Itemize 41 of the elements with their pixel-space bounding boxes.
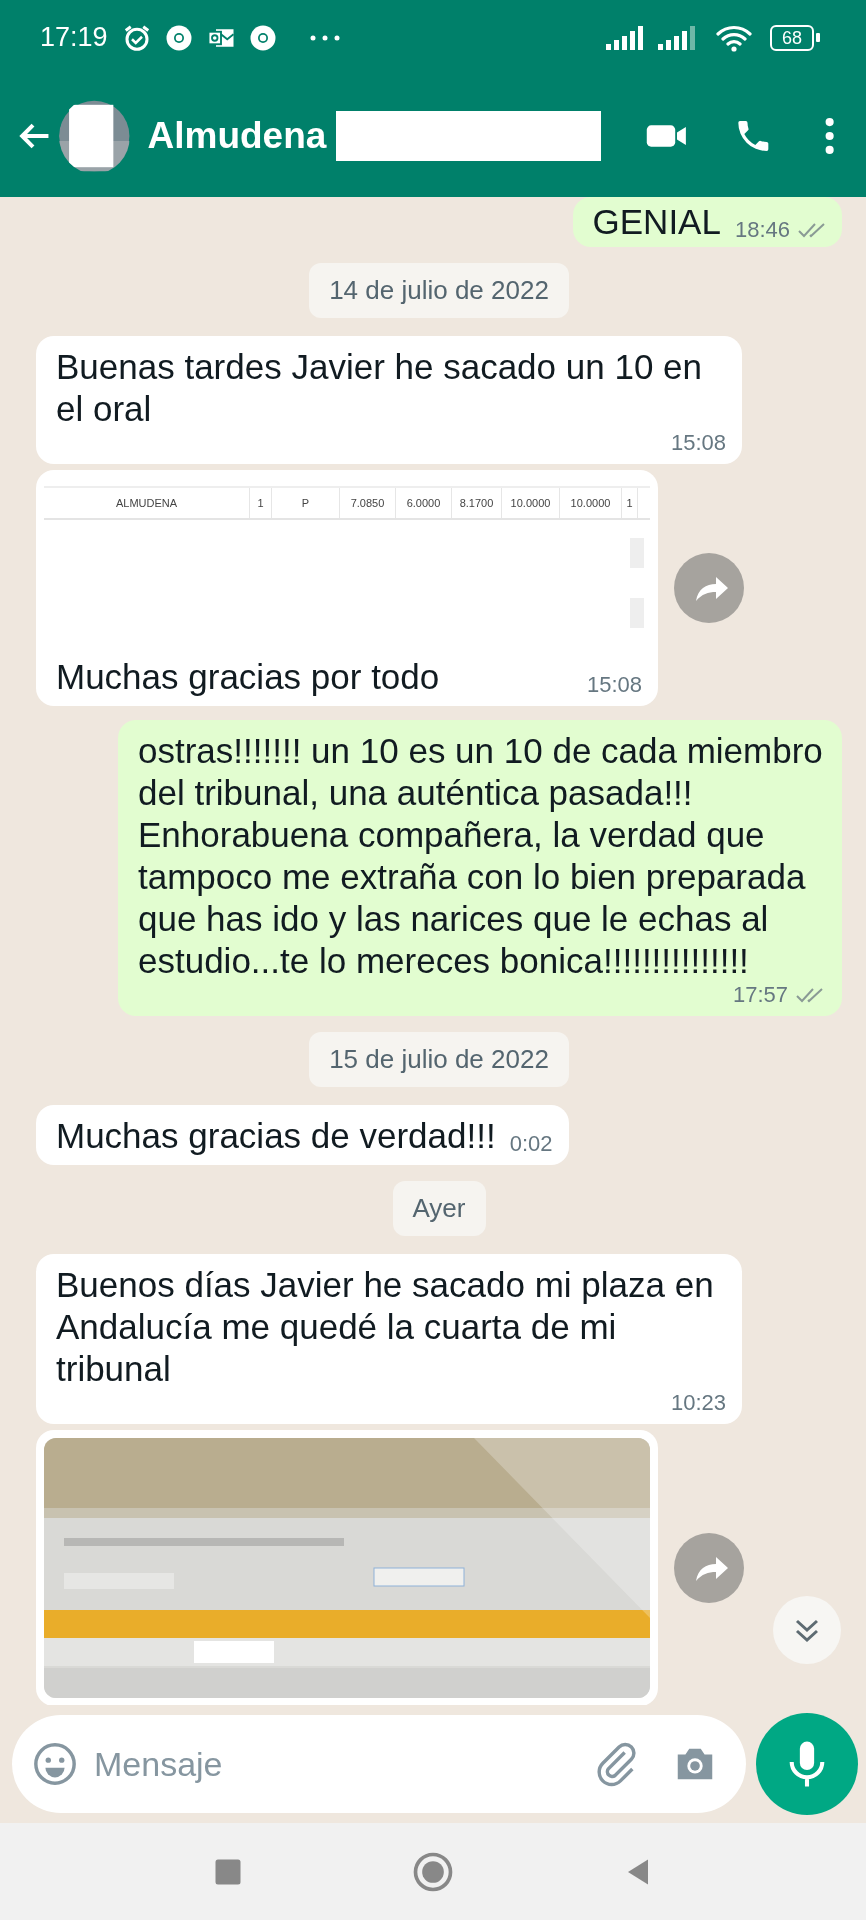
- message-text: GENIAL: [592, 201, 721, 243]
- date-chip: 14 de julio de 2022: [309, 263, 569, 318]
- forward-button[interactable]: [674, 1533, 744, 1603]
- signal-icon: [657, 25, 698, 50]
- message-time: 15:08: [670, 430, 726, 456]
- table-cell: 6.0000: [396, 488, 452, 518]
- contact-name[interactable]: Almudena: [147, 115, 327, 157]
- table-cell: 1: [622, 488, 638, 518]
- home-icon[interactable]: [413, 1851, 453, 1892]
- message-text: Muchas gracias por todo: [56, 656, 441, 698]
- table-cell: 8.1700: [452, 488, 502, 518]
- table-cell: 1: [250, 488, 272, 518]
- table-cell: ALMUDENA: [44, 488, 250, 518]
- wifi-icon: [715, 23, 752, 52]
- battery-indicator: 68: [769, 24, 820, 51]
- table-cell: 10.0000: [502, 488, 560, 518]
- input-bar[interactable]: Mensaje: [12, 1715, 746, 1813]
- table-cell: 10.0000: [560, 488, 622, 518]
- avatar[interactable]: [59, 98, 130, 174]
- message-time: 17:57: [732, 982, 788, 1008]
- message-time: 18:46: [734, 217, 790, 243]
- message-input[interactable]: Mensaje: [92, 1743, 580, 1785]
- message-time: 10:23: [670, 1390, 726, 1416]
- forward-button[interactable]: [674, 553, 744, 623]
- message-time: 0:02: [509, 1131, 553, 1157]
- date-chip: Ayer: [392, 1181, 486, 1236]
- message-text: Buenos días Javier he sacado mi plaza en Andalucía me quedé la cuarta de mi tribunal: [56, 1264, 715, 1390]
- message-time: 15:08: [586, 672, 642, 698]
- message-text: Buenas tardes Javier he sacado un 10 en el oral: [56, 346, 703, 430]
- date-chip: 15 de julio de 2022: [309, 1032, 569, 1087]
- status-time: 17:19: [40, 22, 108, 53]
- signal-icon: [605, 25, 646, 50]
- more-dots-icon: [309, 34, 340, 41]
- menu-icon[interactable]: [824, 117, 834, 155]
- message-text: Muchas gracias de verdad!!!: [56, 1115, 496, 1157]
- scroll-down-button[interactable]: [772, 1595, 842, 1665]
- emoji-icon[interactable]: [32, 1741, 78, 1787]
- microphone-button[interactable]: [756, 1713, 858, 1815]
- table-cell: 7.0850: [340, 488, 396, 518]
- table-cell: P: [272, 488, 340, 518]
- message-text: ostras!!!!!!! un 10 es un 10 de cada miembro del tribunal, una auténtica pasada!!! Enhorabuena compañera, la verdad que tampoco me extraña con lo bien preparada que has ido y las narices que le echas al estudio...te lo mereces bonica!!!!!!!!!!!!!!!: [138, 730, 824, 982]
